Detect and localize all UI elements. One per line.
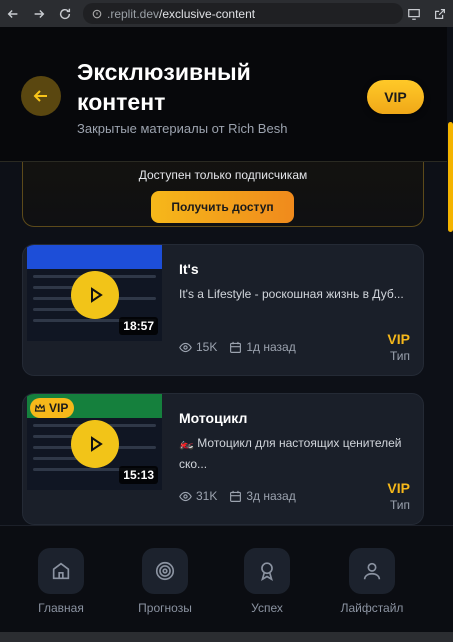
page-header: Эксклюзивный контент Закрытые материалы …	[0, 27, 447, 162]
user-icon	[349, 548, 395, 594]
promo-text: Доступен только подписчикам	[138, 168, 308, 182]
eye-icon	[179, 342, 192, 352]
page-content: Доступен только подписчикам Получить дос…	[0, 27, 453, 642]
date-text: 1д назад	[246, 340, 296, 354]
nav-label: Лайфстайл	[340, 601, 404, 615]
views: 15K	[179, 340, 217, 354]
post-title[interactable]: It's	[179, 261, 199, 277]
play-icon[interactable]	[71, 271, 119, 319]
target-icon	[142, 548, 188, 594]
tier-label: Тип	[389, 498, 410, 512]
video-duration: 18:57	[119, 317, 158, 335]
views: 31K	[179, 489, 217, 503]
nav-label: Прогнозы	[138, 601, 192, 615]
back-button[interactable]	[21, 76, 61, 116]
vip-status-badge[interactable]: VIP	[367, 80, 424, 114]
page-subtitle: Закрытые материалы от Rich Besh	[77, 121, 288, 136]
post-meta: 15K 1д назад	[179, 340, 296, 354]
post-description: 🏍️ Мотоцикл для настоящих ценителей ско.…	[179, 436, 402, 471]
site-info-icon[interactable]	[91, 8, 103, 20]
view-count: 31K	[196, 489, 218, 503]
arrow-left-icon	[33, 90, 47, 102]
url-host: .replit.dev	[107, 6, 160, 21]
scrollbar-thumb[interactable]	[448, 122, 453, 232]
post-description: It's a Lifestyle - роскошная жизнь в Дуб…	[179, 287, 404, 301]
post-date: 3д назад	[229, 489, 296, 503]
get-access-button[interactable]: Получить доступ	[151, 191, 294, 223]
vip-badge: VIP	[30, 398, 75, 418]
browser-toolbar: .replit.dev/exclusive-content	[0, 0, 453, 27]
calendar-icon	[230, 341, 242, 353]
bottom-navigation: Главная Прогнозы Успех Лайфстайл	[0, 525, 453, 642]
post-meta: 31K 3д назад	[179, 489, 296, 503]
post-tier: VIP Тип	[387, 331, 410, 363]
url-path: /exclusive-content	[159, 6, 256, 21]
award-icon	[244, 548, 290, 594]
forward-arrow-icon[interactable]	[26, 0, 52, 27]
post-date: 1д назад	[229, 340, 296, 354]
nav-item-home[interactable]: Главная	[16, 548, 106, 615]
back-arrow-icon[interactable]	[0, 0, 26, 27]
nav-label: Успех	[251, 601, 283, 615]
date-text: 3д назад	[246, 489, 296, 503]
home-icon	[38, 548, 84, 594]
tier-label: Тип	[389, 349, 410, 363]
nav-item-success[interactable]: Успех	[222, 548, 312, 615]
address-bar[interactable]: .replit.dev/exclusive-content	[83, 3, 403, 24]
crown-icon	[34, 403, 46, 412]
post-thumbnail[interactable]: 18:57	[27, 245, 162, 341]
open-external-icon[interactable]	[427, 0, 453, 27]
post-card[interactable]: VIP 15:13 Мотоцикл 🏍️ Мотоцикл для насто…	[22, 393, 424, 525]
post-tier: VIP Тип	[387, 480, 410, 512]
vip-badge-label: VIP	[49, 401, 69, 415]
browser-bottom-edge	[0, 632, 453, 642]
post-card[interactable]: 18:57 It's It's a Lifestyle - роскошная …	[22, 244, 424, 376]
nav-item-forecasts[interactable]: Прогнозы	[120, 548, 210, 615]
tier-value: VIP	[387, 480, 410, 496]
calendar-icon	[230, 490, 242, 502]
nav-label: Главная	[38, 601, 84, 615]
video-duration: 15:13	[119, 466, 158, 484]
post-thumbnail[interactable]: VIP 15:13	[27, 394, 162, 490]
screen-share-icon[interactable]	[401, 0, 427, 27]
view-count: 15K	[196, 340, 218, 354]
tier-value: VIP	[387, 331, 410, 347]
play-icon[interactable]	[71, 420, 119, 468]
page-title: Эксклюзивный контент	[77, 59, 251, 115]
nav-item-lifestyle[interactable]: Лайфстайл	[327, 548, 417, 615]
thumbnail-header-strip	[27, 245, 162, 269]
eye-icon	[179, 491, 192, 501]
post-title[interactable]: Мотоцикл	[179, 410, 247, 426]
reload-icon[interactable]	[52, 0, 78, 27]
